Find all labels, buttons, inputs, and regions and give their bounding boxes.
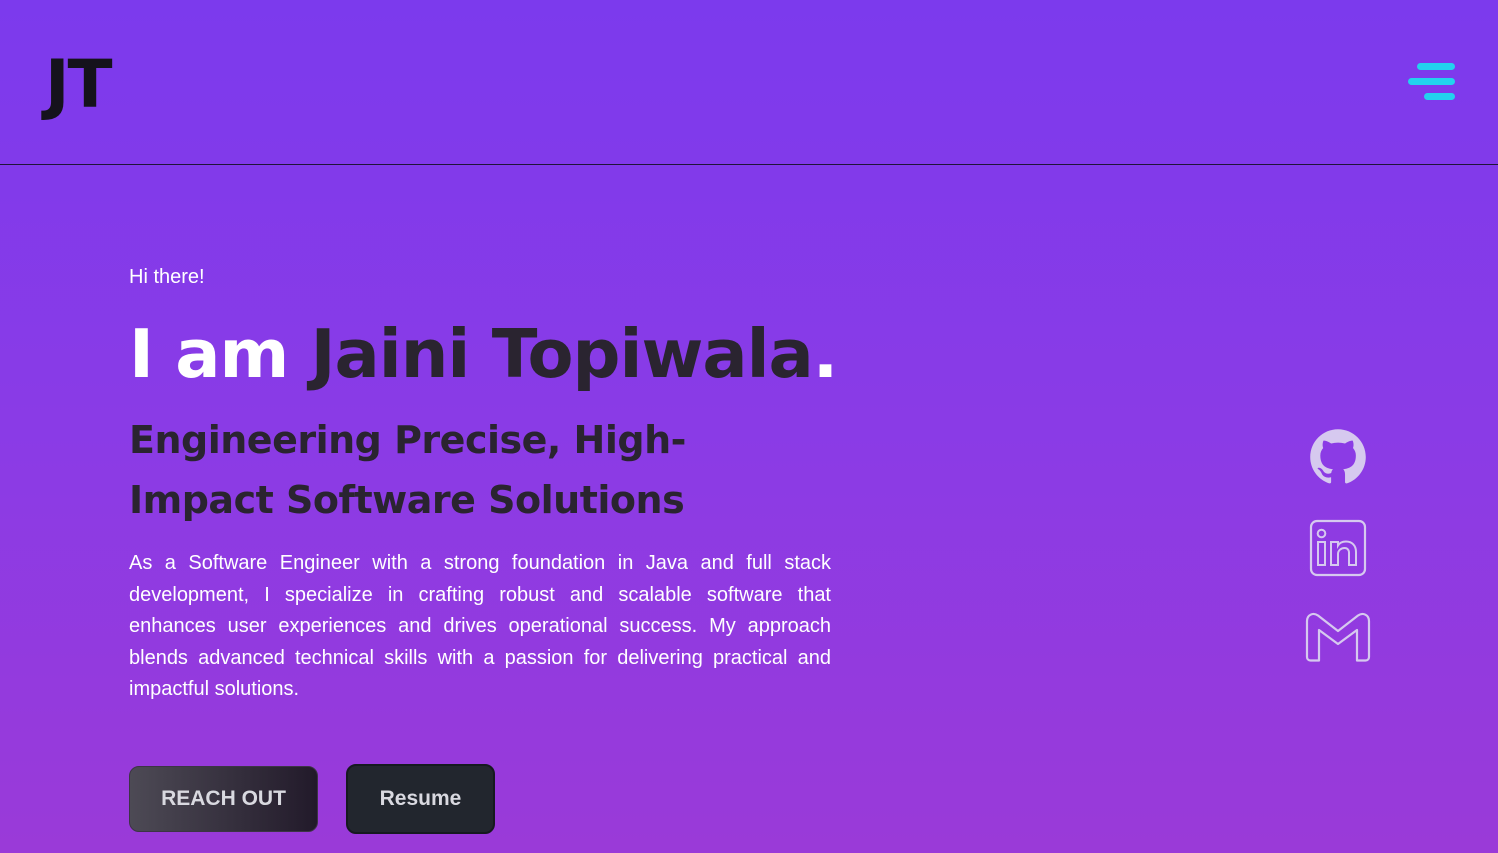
hero-tagline: Engineering Precise, High-Impact Softwar… bbox=[129, 418, 686, 522]
reach-out-button[interactable]: REACH OUT bbox=[129, 766, 318, 832]
hero-greeting: Hi there! bbox=[129, 266, 205, 288]
github-link[interactable] bbox=[1300, 426, 1376, 488]
hero-name: Jaini Topiwala bbox=[310, 315, 814, 393]
hero-description: As a Software Engineer with a strong fou… bbox=[129, 552, 831, 700]
hero-headline: I am Jaini Topiwala. bbox=[129, 314, 838, 394]
site-logo[interactable]: JT bbox=[45, 50, 113, 120]
hamburger-menu-button[interactable] bbox=[1404, 60, 1458, 106]
linkedin-link[interactable] bbox=[1300, 517, 1376, 579]
hero-intro: I am bbox=[129, 315, 311, 393]
hero-name-dot: . bbox=[812, 315, 838, 393]
gmail-link[interactable] bbox=[1300, 608, 1376, 666]
site-header: JT bbox=[0, 0, 1498, 165]
resume-button[interactable]: Resume bbox=[346, 764, 495, 834]
gmail-icon bbox=[1305, 612, 1371, 662]
github-icon bbox=[1310, 429, 1366, 484]
linkedin-icon bbox=[1309, 519, 1367, 577]
